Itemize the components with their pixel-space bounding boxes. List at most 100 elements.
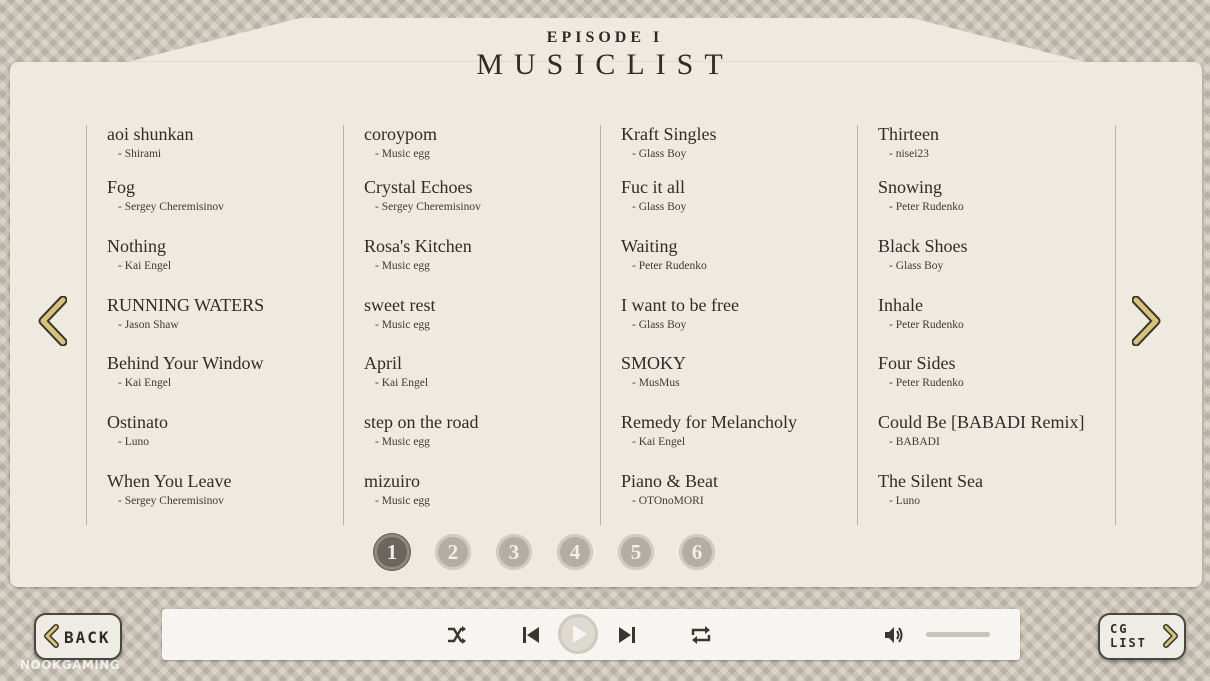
- track-item[interactable]: Fuc it all - Glass Boy: [621, 178, 686, 214]
- track-item[interactable]: aoi shunkan - Shirami: [107, 125, 193, 161]
- track-artist: - Peter Rudenko: [889, 377, 964, 389]
- watermark-logo: NOOKGAMING: [20, 658, 121, 672]
- track-item[interactable]: Remedy for Melancholy - Kai Engel: [621, 413, 797, 449]
- track-artist: - Sergey Cheremisinov: [118, 495, 224, 507]
- page-title: MUSICLIST: [476, 48, 734, 81]
- track-artist: - OTOnoMORI: [632, 495, 704, 507]
- track-artist: - Sergey Cheremisinov: [375, 201, 481, 213]
- page-button-6[interactable]: 6: [679, 534, 715, 570]
- track-artist: - Peter Rudenko: [889, 319, 964, 331]
- repeat-button[interactable]: [685, 609, 717, 660]
- track-title: step on the road: [364, 412, 479, 432]
- chevron-right-icon: [1163, 624, 1178, 648]
- page-button-4[interactable]: 4: [557, 534, 593, 570]
- track-title: When You Leave: [107, 471, 232, 491]
- track-title: coroypom: [364, 124, 437, 144]
- page-button-2[interactable]: 2: [435, 534, 471, 570]
- track-item[interactable]: RUNNING WATERS - Jason Shaw: [107, 296, 264, 332]
- track-item[interactable]: Fog - Sergey Cheremisinov: [107, 178, 224, 214]
- track-title: Ostinato: [107, 412, 168, 432]
- track-title: Piano & Beat: [621, 471, 718, 491]
- shuffle-button[interactable]: [441, 609, 473, 660]
- volume-slider-fill: [926, 632, 990, 637]
- track-item[interactable]: Could Be [BABADI Remix] - BABADI: [878, 413, 1085, 449]
- cg-label-line1: CG: [1110, 622, 1129, 636]
- track-title: Fog: [107, 177, 136, 197]
- track-item[interactable]: Thirteen - nisei23: [878, 125, 939, 161]
- track-column: Kraft Singles - Glass Boy Fuc it all - Glas…: [600, 125, 858, 525]
- track-title: Rosa's Kitchen: [364, 236, 472, 256]
- page-button-3[interactable]: 3: [496, 534, 532, 570]
- back-button[interactable]: BACK: [34, 613, 122, 660]
- track-column: aoi shunkan - Shirami Fog - Sergey Cheremis…: [86, 125, 344, 525]
- track-artist: - Luno: [118, 436, 149, 448]
- track-item[interactable]: Kraft Singles - Glass Boy: [621, 125, 716, 161]
- next-track-button[interactable]: [611, 609, 643, 660]
- track-item[interactable]: Inhale - Peter Rudenko: [878, 296, 964, 332]
- track-item[interactable]: Black Shoes - Glass Boy: [878, 237, 968, 273]
- track-item[interactable]: Behind Your Window - Kai Engel: [107, 354, 263, 390]
- volume-icon: [885, 626, 903, 643]
- track-artist: - Kai Engel: [375, 377, 429, 389]
- track-item[interactable]: Crystal Echoes - Sergey Cheremisinov: [364, 178, 481, 214]
- track-title: Thirteen: [878, 124, 939, 144]
- track-item[interactable]: Snowing - Peter Rudenko: [878, 178, 964, 214]
- track-item[interactable]: Ostinato - Luno: [107, 413, 168, 449]
- track-item[interactable]: step on the road - Music egg: [364, 413, 478, 449]
- track-artist: - BABADI: [889, 436, 940, 448]
- cg-list-button[interactable]: CG LIST: [1098, 613, 1186, 660]
- track-item[interactable]: Waiting - Peter Rudenko: [621, 237, 707, 273]
- music-player-bar: [162, 609, 1020, 660]
- track-title: Snowing: [878, 177, 943, 197]
- track-title: Waiting: [621, 236, 678, 256]
- track-artist: - Peter Rudenko: [889, 201, 964, 213]
- track-item[interactable]: Piano & Beat - OTOnoMORI: [621, 472, 718, 508]
- track-title: I want to be free: [621, 295, 739, 315]
- volume-button[interactable]: [878, 609, 910, 660]
- previous-track-button[interactable]: [515, 609, 547, 660]
- cg-label-line2: LIST: [1110, 636, 1147, 650]
- track-artist: - Music egg: [375, 319, 430, 331]
- track-title: RUNNING WATERS: [107, 295, 265, 315]
- track-title: Inhale: [878, 295, 923, 315]
- back-label: BACK: [64, 628, 111, 647]
- track-artist: - Glass Boy: [632, 319, 687, 331]
- track-title: Kraft Singles: [621, 124, 717, 144]
- track-artist: - Music egg: [375, 436, 430, 448]
- next-page-arrow-icon[interactable]: [1132, 296, 1162, 346]
- chevron-left-icon: [44, 624, 59, 648]
- track-artist: - MusMus: [632, 377, 680, 389]
- track-item[interactable]: When You Leave - Sergey Cheremisinov: [107, 472, 231, 508]
- track-artist: - Music egg: [375, 260, 430, 272]
- track-artist: - Glass Boy: [632, 201, 687, 213]
- track-artist: - Shirami: [118, 148, 162, 160]
- previous-page-arrow-icon[interactable]: [37, 296, 67, 346]
- track-item[interactable]: Four Sides - Peter Rudenko: [878, 354, 964, 390]
- play-button[interactable]: [558, 614, 598, 654]
- track-item[interactable]: SMOKY - MusMus: [621, 354, 686, 390]
- track-artist: - Kai Engel: [118, 260, 172, 272]
- track-item[interactable]: Nothing - Kai Engel: [107, 237, 171, 273]
- track-item[interactable]: sweet rest - Music egg: [364, 296, 435, 332]
- track-column: Thirteen - nisei23 Snowing - Peter Rudenko B…: [857, 125, 1116, 525]
- track-title: mizuiro: [364, 471, 420, 491]
- track-artist: - Music egg: [375, 148, 430, 160]
- skip-previous-icon: [523, 626, 539, 643]
- track-item[interactable]: mizuiro - Music egg: [364, 472, 430, 508]
- track-item[interactable]: Rosa's Kitchen - Music egg: [364, 237, 472, 273]
- track-title: Black Shoes: [878, 236, 968, 256]
- volume-slider[interactable]: [926, 632, 990, 637]
- page-button-5[interactable]: 5: [618, 534, 654, 570]
- track-artist: - Luno: [889, 495, 920, 507]
- track-artist: - Sergey Cheremisinov: [118, 201, 224, 213]
- track-item[interactable]: The Silent Sea - Luno: [878, 472, 983, 508]
- track-column: coroypom - Music egg Crystal Echoes - Serge…: [343, 125, 601, 525]
- skip-next-icon: [619, 626, 635, 643]
- track-item[interactable]: coroypom - Music egg: [364, 125, 437, 161]
- track-item[interactable]: I want to be free - Glass Boy: [621, 296, 739, 332]
- track-item[interactable]: April - Kai Engel: [364, 354, 428, 390]
- track-title: Fuc it all: [621, 177, 685, 197]
- page-button-1[interactable]: 1: [374, 534, 410, 570]
- track-title: Could Be [BABADI Remix]: [878, 412, 1085, 432]
- play-icon: [573, 625, 587, 643]
